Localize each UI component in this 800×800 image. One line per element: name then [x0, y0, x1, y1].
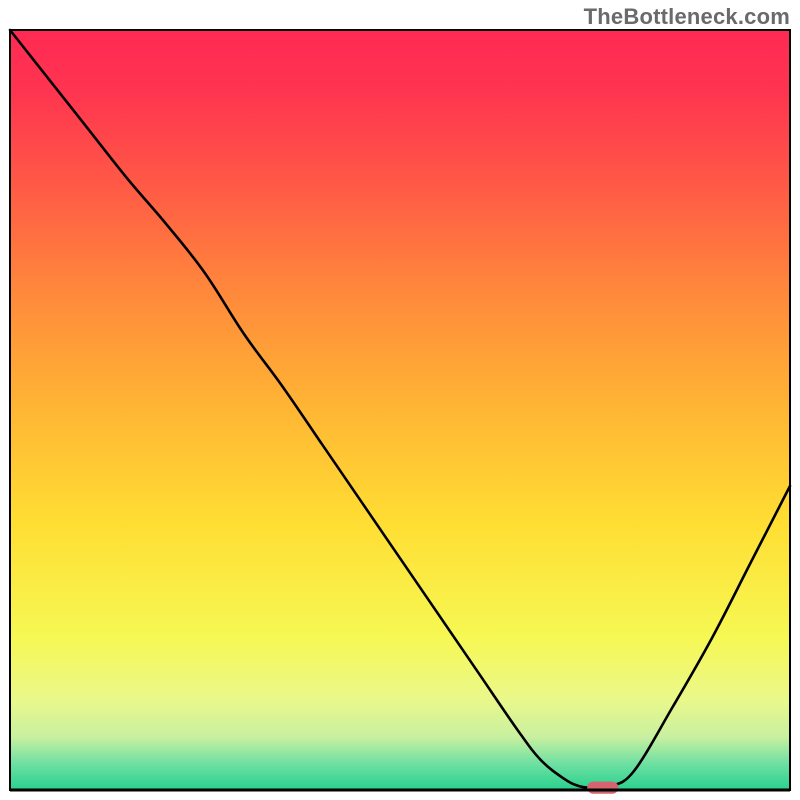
optimal-marker [587, 782, 618, 794]
chart-svg [0, 0, 800, 800]
chart-background [10, 30, 790, 790]
watermark-label: TheBottleneck.com [584, 4, 790, 30]
bottleneck-chart: TheBottleneck.com [0, 0, 800, 800]
